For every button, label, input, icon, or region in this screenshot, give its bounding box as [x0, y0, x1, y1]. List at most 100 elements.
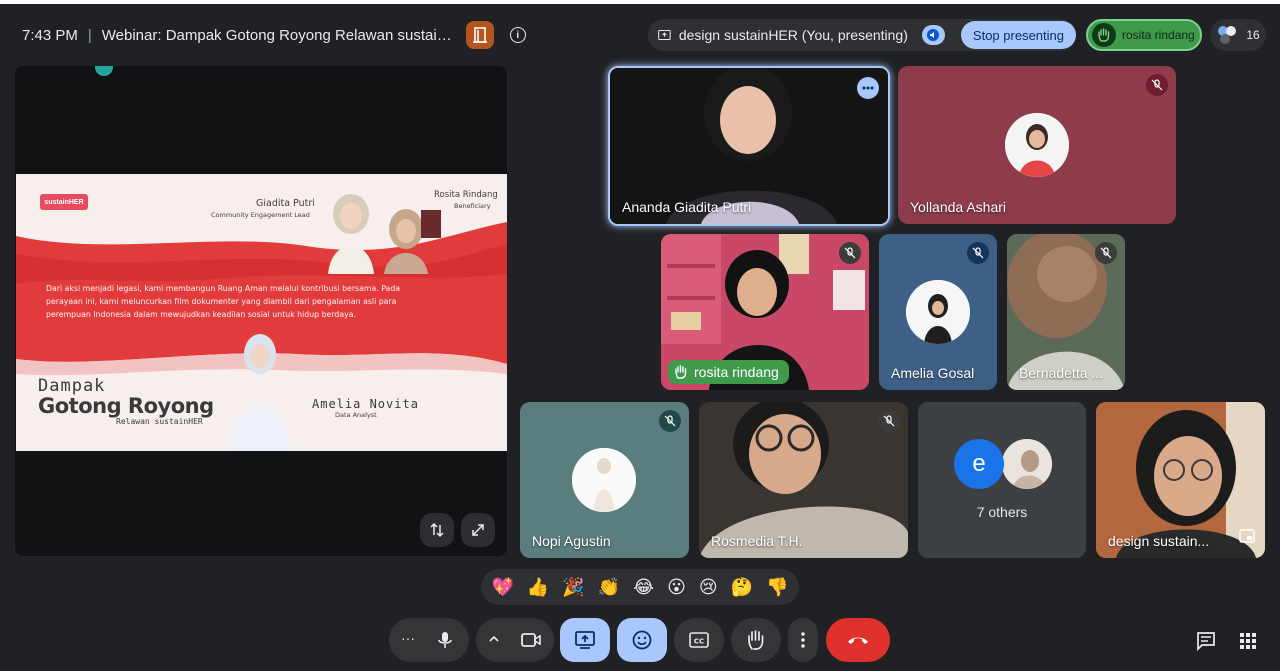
participant-tile-others[interactable]: e 7 others	[918, 402, 1086, 558]
reactions-bar: 💖 👍 🎉 👏 😂 😮 😢 🤔 👎	[481, 569, 799, 605]
participant-name: Bernadetta ...	[1019, 365, 1104, 381]
present-screen-icon	[658, 30, 671, 40]
muted-mic-icon	[659, 410, 681, 432]
emoji-icon	[632, 630, 652, 650]
activities-button[interactable]	[1233, 626, 1263, 656]
apps-grid-icon	[1240, 633, 1256, 649]
others-count-label: 7 others	[976, 504, 1028, 520]
people-button[interactable]: 16	[1210, 19, 1266, 51]
reaction-heart[interactable]: 💖	[491, 577, 513, 598]
camera-icon	[521, 633, 541, 647]
expand-icon	[472, 524, 484, 536]
reaction-thumbs-up[interactable]: 👍	[527, 577, 549, 598]
presenter-indicator	[95, 66, 113, 76]
raised-hand-icon	[1092, 23, 1116, 47]
muted-mic-icon	[839, 242, 861, 264]
more-options-button[interactable]	[857, 77, 879, 99]
reaction-sad[interactable]: 😢	[699, 577, 718, 598]
raised-hand-label: rosita rindang	[668, 360, 789, 384]
slide-body-line: perempuan Indonesia dalam mewujudkan kea…	[46, 310, 357, 319]
top-strip	[0, 0, 1280, 4]
slide-title-line2: Gotong Royong	[38, 394, 214, 418]
slide-title-line1: Dampak	[38, 376, 106, 396]
other-avatar-photo	[1002, 439, 1052, 489]
camera-group	[476, 618, 554, 662]
raise-hand-button[interactable]	[731, 618, 781, 662]
presenting-banner: design sustainHER (You, presenting) Stop…	[648, 19, 1076, 51]
chat-button[interactable]	[1191, 626, 1221, 656]
other-avatar-initial: e	[954, 439, 1004, 489]
fullscreen-button[interactable]	[461, 513, 495, 547]
mic-group: ···	[389, 618, 469, 662]
door-icon[interactable]	[465, 21, 494, 49]
muted-mic-icon	[967, 242, 989, 264]
participant-tile-amelia[interactable]: Amelia Gosal	[879, 234, 997, 390]
more-dots-icon	[862, 86, 874, 90]
reaction-laugh[interactable]: 😂	[633, 577, 654, 598]
header-separator: |	[87, 26, 92, 44]
swap-layout-button[interactable]	[420, 513, 454, 547]
chevron-up-icon	[489, 635, 499, 642]
microphone-button[interactable]	[435, 630, 455, 655]
slide-person1-role: Community Engagement Lead	[211, 211, 310, 219]
meeting-title: Webinar: Dampak Gotong Royong Relawan su…	[101, 26, 452, 44]
participant-avatar	[572, 448, 636, 512]
participant-name: Yollanda Ashari	[910, 199, 1007, 215]
slide-body-line: perayaan ini, kami meluncurkan film doku…	[46, 297, 397, 306]
sustainher-logo: sustainHER	[40, 194, 88, 210]
participants-count: 16	[1246, 28, 1260, 42]
reaction-party[interactable]: 🎉	[562, 577, 584, 598]
slide-person3-role: Data Analyst	[335, 411, 377, 419]
reaction-surprised[interactable]: 😮	[667, 577, 686, 598]
pip-icon[interactable]	[1239, 529, 1255, 548]
raised-hand-notification[interactable]: rosita rindang	[1086, 19, 1202, 51]
chat-icon	[1197, 632, 1215, 651]
participant-name: Rosmedia T.H.	[711, 533, 803, 549]
slide-person2-role: Beneficiary	[454, 202, 491, 210]
video-options-button[interactable]	[488, 632, 500, 650]
presentation-stage[interactable]: sustainHER Giadita Putri Community Engag…	[15, 66, 507, 556]
participant-name: Ananda Giadita Putri	[622, 199, 752, 215]
info-icon[interactable]: i	[509, 27, 526, 43]
present-screen-icon	[575, 631, 595, 649]
present-screen-button[interactable]	[560, 618, 610, 662]
slide-person3-name: Amelia Novita	[312, 397, 419, 411]
participant-tile-bernadetta[interactable]: Bernadetta ...	[1007, 234, 1125, 390]
reaction-clap[interactable]: 👏	[598, 577, 620, 598]
leave-call-button[interactable]	[826, 618, 890, 662]
participant-tile-nopi[interactable]: Nopi Agustin	[520, 402, 689, 558]
audio-options-button[interactable]: ···	[401, 630, 415, 646]
swap-arrows-icon	[430, 522, 444, 538]
presenting-label: design sustainHER (You, presenting)	[678, 27, 908, 43]
participant-tile-rosmedia[interactable]: Rosmedia T.H.	[699, 402, 908, 558]
participant-tile-self[interactable]: design sustain...	[1096, 402, 1265, 558]
muted-mic-icon	[1146, 74, 1168, 96]
slide-person1-name: Giadita Putri	[256, 198, 315, 209]
speaker-icon	[927, 29, 940, 41]
stop-presenting-button[interactable]: Stop presenting	[960, 21, 1076, 49]
presentation-slide: sustainHER Giadita Putri Community Engag…	[16, 174, 507, 451]
camera-button[interactable]	[520, 630, 542, 655]
participant-tile-yollanda[interactable]: Yollanda Ashari	[898, 66, 1176, 224]
reactions-button[interactable]	[617, 618, 667, 662]
participant-avatar	[906, 280, 970, 344]
participant-avatar	[1005, 113, 1069, 177]
reaction-thinking[interactable]: 🤔	[731, 577, 753, 598]
vertical-dots-icon	[801, 632, 805, 648]
slide-person2-name: Rosita Rindang	[434, 190, 498, 200]
hand-icon	[748, 630, 764, 650]
participant-tile-rosita[interactable]: rosita rindang	[661, 234, 869, 390]
share-audio-toggle[interactable]	[921, 25, 945, 45]
slide-body-line: Dari aksi menjadi legasi, kami membangun…	[46, 284, 401, 293]
end-call-icon	[848, 637, 868, 644]
participant-name: design sustain...	[1108, 533, 1210, 549]
captions-button[interactable]: CC	[674, 618, 724, 662]
captions-icon: CC	[689, 632, 709, 648]
reaction-thumbs-down[interactable]: 👎	[766, 577, 788, 598]
participant-name: rosita rindang	[694, 364, 779, 380]
raised-hand-name: rosita rindang	[1122, 28, 1195, 42]
svg-text:CC: CC	[694, 638, 704, 646]
more-options-button[interactable]	[788, 618, 818, 662]
participant-tile-ananda[interactable]: Ananda Giadita Putri	[608, 66, 890, 226]
clock-time: 7:43 PM	[22, 26, 78, 44]
